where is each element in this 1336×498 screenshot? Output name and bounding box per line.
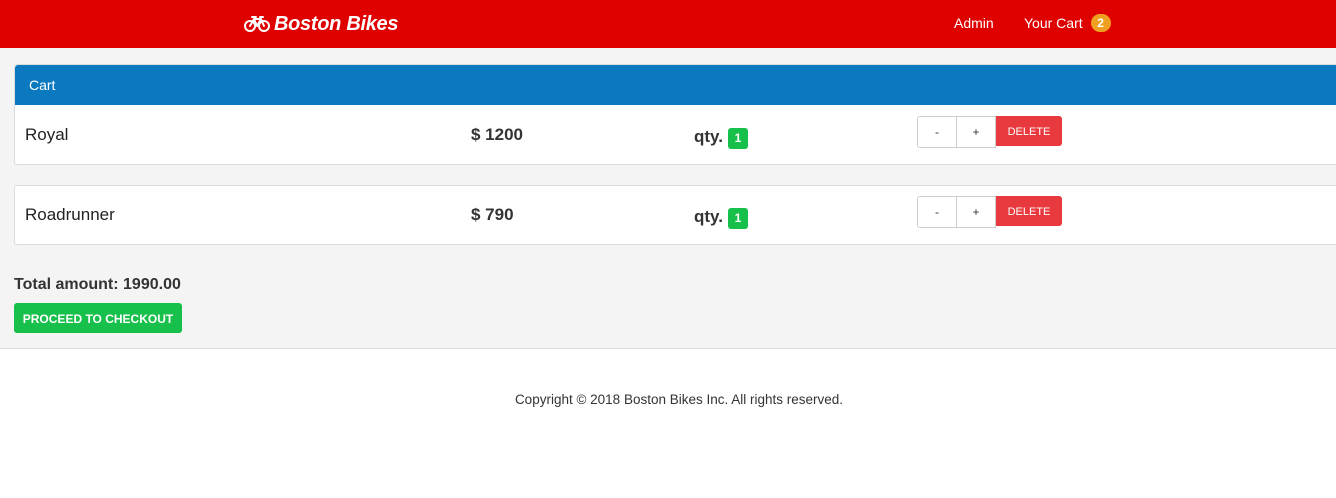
item-name: Roadrunner — [25, 205, 115, 224]
item-quantity: qty. 1 — [694, 205, 748, 229]
cart-count-badge: 2 — [1090, 14, 1111, 32]
main-content: Cart Royal $ 1200 qty. 1 - + DELETE Road… — [0, 48, 1336, 349]
your-cart-label: Your Cart — [1024, 15, 1083, 31]
delete-item-button[interactable]: DELETE — [996, 116, 1062, 146]
increase-quantity-button[interactable]: + — [957, 116, 996, 148]
proceed-to-checkout-button[interactable]: PROCEED TO CHECKOUT — [14, 303, 182, 333]
item-actions: - + DELETE — [917, 196, 1062, 228]
item-price: $ 790 — [471, 205, 514, 224]
decrease-quantity-button[interactable]: - — [917, 196, 957, 228]
cart-panel: Cart Royal $ 1200 qty. 1 - + DELETE — [14, 64, 1336, 165]
quantity-badge: 1 — [727, 128, 748, 149]
item-actions: - + DELETE — [917, 116, 1062, 148]
top-navbar: Boston Bikes Admin Your Cart 2 — [0, 0, 1336, 48]
cart-item-panel: Roadrunner $ 790 qty. 1 - + DELETE — [14, 185, 1336, 245]
footer: Copyright © 2018 Boston Bikes Inc. All r… — [0, 349, 1336, 498]
brand-link[interactable]: Boston Bikes — [244, 11, 399, 37]
item-quantity: qty. 1 — [694, 125, 748, 149]
total-amount: Total amount: 1990.00 — [14, 276, 181, 293]
item-price: $ 1200 — [471, 125, 523, 144]
increase-quantity-button[interactable]: + — [957, 196, 996, 228]
cart-item: Roadrunner $ 790 qty. 1 - + DELETE — [15, 186, 1336, 244]
brand-name: Boston Bikes — [274, 12, 399, 35]
quantity-badge: 1 — [727, 208, 748, 229]
cart-heading: Cart — [15, 65, 1336, 105]
your-cart-link[interactable]: Your Cart 2 — [1024, 14, 1111, 32]
delete-item-button[interactable]: DELETE — [996, 196, 1062, 226]
bicycle-icon — [244, 15, 270, 33]
decrease-quantity-button[interactable]: - — [917, 116, 957, 148]
quantity-label: qty. — [694, 127, 723, 146]
cart-item: Royal $ 1200 qty. 1 - + DELETE — [15, 106, 1336, 164]
copyright-text: Copyright © 2018 Boston Bikes Inc. All r… — [514, 392, 844, 407]
quantity-label: qty. — [694, 207, 723, 226]
admin-link[interactable]: Admin — [954, 14, 994, 32]
item-name: Royal — [25, 125, 69, 144]
